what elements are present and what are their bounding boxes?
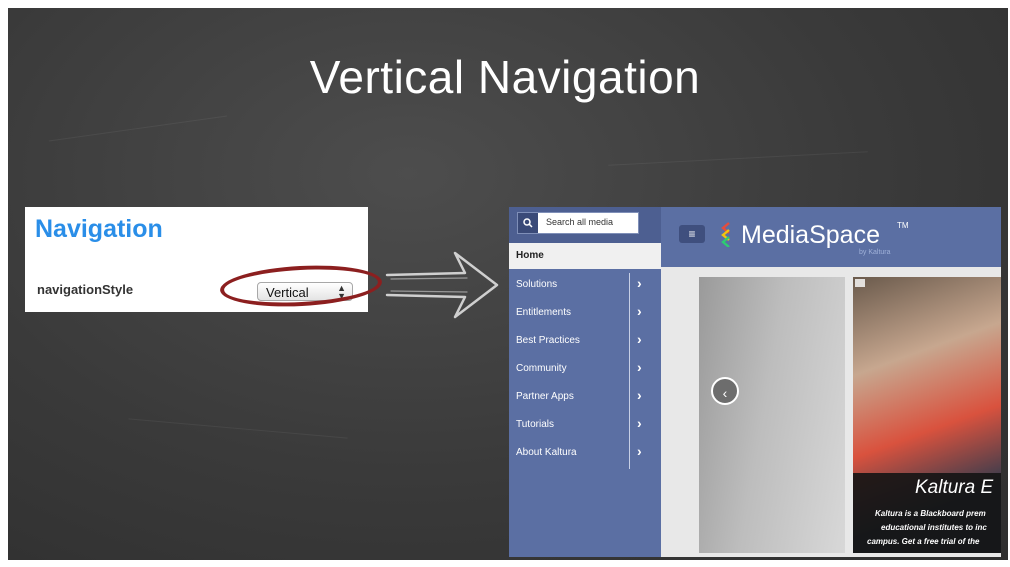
caption-line: educational institutes to inc — [881, 523, 987, 532]
nav-item-about-kaltura[interactable]: About Kaltura › — [509, 439, 661, 467]
chevron-right-icon[interactable]: › — [637, 359, 642, 375]
chevron-right-icon[interactable]: › — [637, 275, 642, 291]
carousel-caption: Kaltura E Kaltura is a Blackboard prem e… — [853, 473, 1001, 553]
search-input[interactable]: Search all media — [517, 212, 639, 234]
image-badge-icon — [855, 279, 865, 287]
nav-item-label: Partner Apps — [516, 391, 574, 402]
settings-heading: Navigation — [35, 215, 163, 243]
trademark-mark: TM — [897, 221, 909, 230]
nav-item-tutorials[interactable]: Tutorials › — [509, 411, 661, 439]
nav-item-label: Community — [516, 363, 567, 374]
chevron-right-icon[interactable]: › — [637, 415, 642, 431]
vertical-nav-sidebar: Search all media Home Solutions › Entitl… — [509, 207, 661, 557]
chevron-right-icon[interactable]: › — [637, 443, 642, 459]
mediaspace-header: ≡ MediaSpace TM by Kaltura — [661, 207, 1001, 267]
nav-item-label: Home — [516, 250, 544, 261]
nav-item-best-practices[interactable]: Best Practices › — [509, 327, 661, 355]
carousel-panel: ‹ — [699, 277, 845, 553]
nav-item-label: Best Practices — [516, 335, 580, 346]
nav-item-community[interactable]: Community › — [509, 355, 661, 383]
carousel-prev-icon[interactable]: ‹ — [711, 377, 739, 405]
chalk-smudge — [128, 418, 348, 439]
nav-item-label: Entitlements — [516, 307, 572, 318]
chevron-right-icon[interactable]: › — [637, 387, 642, 403]
kaltura-logo-icon — [721, 222, 730, 247]
search-area: Search all media — [509, 207, 661, 243]
mediaspace-screenshot: Search all media Home Solutions › Entitl… — [509, 207, 1001, 557]
caption-title: Kaltura E — [915, 477, 994, 498]
nav-item-solutions[interactable]: Solutions › — [509, 271, 661, 299]
slide-title: Vertical Navigation — [309, 51, 701, 103]
nav-item-partner-apps[interactable]: Partner Apps › — [509, 383, 661, 411]
caption-line: Kaltura is a Blackboard prem — [875, 509, 986, 518]
nav-item-label: Solutions — [516, 279, 558, 290]
nav-item-label: About Kaltura — [516, 447, 577, 458]
chevron-right-icon[interactable]: › — [637, 303, 642, 319]
search-icon[interactable] — [518, 213, 538, 233]
mediaspace-logo-text: MediaSpace — [741, 221, 880, 249]
chalk-arrow-icon — [385, 245, 505, 330]
chevron-right-icon[interactable]: › — [637, 331, 642, 347]
chalk-smudge — [608, 151, 868, 166]
mediaspace-content: ‹ Kaltura E Kaltura is a Blackboard prem… — [661, 267, 1001, 557]
byline: by Kaltura — [859, 249, 891, 256]
nav-item-home[interactable]: Home — [509, 243, 661, 269]
nav-item-label: Tutorials — [516, 419, 554, 430]
caption-line: campus. Get a free trial of the — [867, 537, 980, 546]
nav-item-entitlements[interactable]: Entitlements › — [509, 299, 661, 327]
search-placeholder: Search all media — [546, 217, 614, 227]
hamburger-menu-icon[interactable]: ≡ — [679, 225, 705, 243]
carousel-slide-image[interactable]: Kaltura E Kaltura is a Blackboard prem e… — [853, 277, 1001, 553]
chalk-smudge — [48, 115, 228, 142]
setting-label: navigationStyle — [37, 282, 134, 297]
